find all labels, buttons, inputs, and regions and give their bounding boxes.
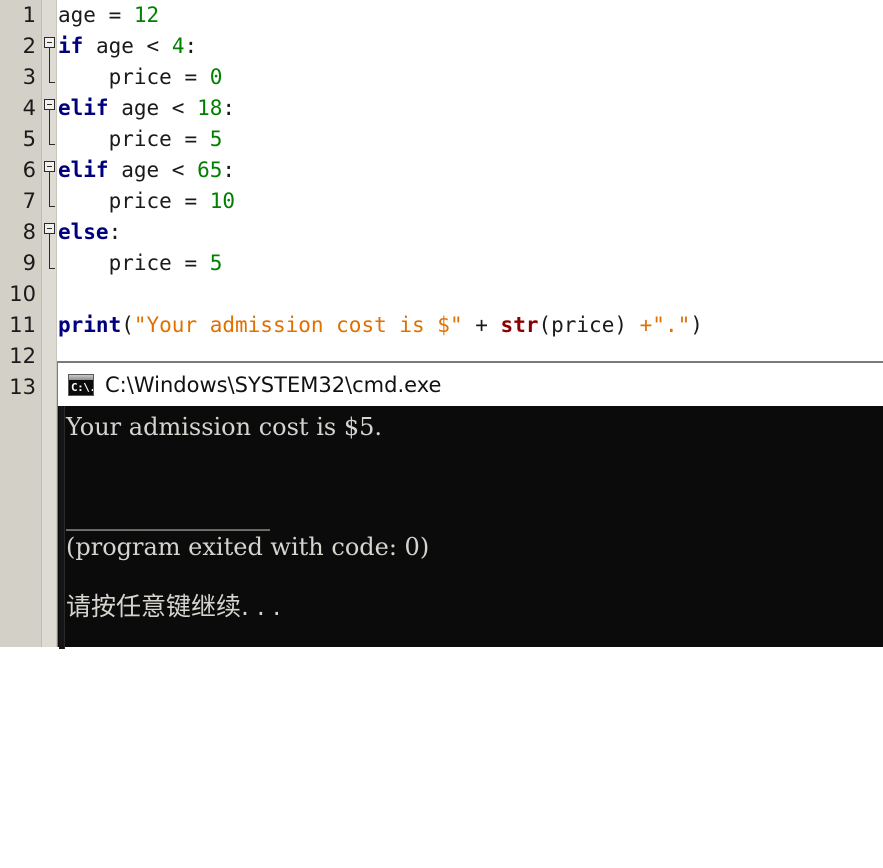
keyword-else: else [58,220,109,244]
number-literal: 5 [209,127,223,151]
operator-assign: = [184,189,198,213]
builtin-str: str [500,313,539,337]
line-number-5: 5 [22,127,36,151]
console-output-line-1: Your admission cost is $5. [66,413,382,441]
console-exit-status-line: (program exited with code: 0) [66,533,430,561]
code-line-11[interactable]: print("Your admission cost is $" + str(p… [58,310,703,341]
keyword-elif: elif [58,158,109,182]
fold-marker-line-2[interactable] [44,37,55,48]
fold-guide-foot-2 [49,82,55,83]
number-literal: 18 [197,96,223,120]
code-line-5[interactable]: price = 5 [58,124,223,155]
code-line-3[interactable]: price = 0 [58,62,223,93]
operator-assign: = [184,251,198,275]
string-literal-message: "Your admission cost is $" [133,313,463,337]
line-number-8: 8 [22,220,36,244]
console-title-text: C:\Windows\SYSTEM32\cmd.exe [105,372,442,397]
number-literal: 10 [209,189,236,213]
cmd-icon: C:\. [68,373,94,396]
operator-assign: = [108,3,122,27]
identifier-age: age [58,3,96,27]
line-number-3: 3 [22,65,36,89]
operator-concat-1: + [462,313,501,337]
console-separator-line: _________________ [66,503,270,531]
operator-assign: = [184,65,198,89]
close-paren: ) [690,313,703,337]
keyword-elif: elif [58,96,109,120]
line-number-7: 7 [22,189,36,213]
colon: : [222,158,236,182]
code-line-7[interactable]: price = 10 [58,186,235,217]
fold-guide-line-6 [49,172,50,206]
code-line-9[interactable]: price = 5 [58,248,223,279]
colon: : [108,220,122,244]
identifier-price: price [108,189,172,213]
number-literal: 4 [171,34,185,58]
identifier-price: price [108,127,172,151]
colon: : [184,34,198,58]
line-number-9: 9 [22,251,36,275]
line-number-10: 10 [9,282,36,306]
fold-marker-line-8[interactable] [44,223,55,234]
open-paren: ( [121,313,134,337]
fold-guide-foot-8 [49,268,55,269]
code-line-1[interactable]: age = 12 [58,0,159,31]
fold-marker-line-6[interactable] [44,161,55,172]
call-args: (price) [538,313,627,337]
condition-expr: age < [121,158,185,182]
line-number-1: 1 [22,3,36,27]
keyword-print: print [58,313,122,337]
line-number-4: 4 [22,96,36,120]
line-number-6: 6 [22,158,36,182]
code-line-2[interactable]: if age < 4: [58,31,197,62]
cmd-console-window[interactable]: C:\. C:\Windows\SYSTEM32\cmd.exe Your ad… [57,361,883,649]
fold-guide-line-2 [49,48,50,82]
fold-guide-line-8 [49,234,50,268]
line-number-12: 12 [9,344,36,368]
condition-expr: age < [121,96,185,120]
line-number-2: 2 [22,34,36,58]
keyword-if: if [58,34,84,58]
line-number-13: 13 [9,375,36,399]
string-literal-period: "." [652,313,691,337]
operator-assign: = [184,127,198,151]
console-left-edge [59,406,65,649]
console-output-area[interactable]: Your admission cost is $5. _____________… [58,406,883,649]
console-press-any-key-prompt: 请按任意键继续. . . [66,592,281,621]
fold-guide-line-4 [49,110,50,144]
fold-guide-foot-6 [49,206,55,207]
number-literal: 12 [133,3,160,27]
cmd-icon-prompt-text: C:\. [71,380,94,394]
fold-margin-column[interactable] [42,0,56,647]
code-line-6[interactable]: elif age < 65: [58,155,235,186]
line-number-11: 11 [9,313,36,337]
operator-concat-2: + [627,313,653,337]
identifier-price: price [108,251,172,275]
console-titlebar[interactable]: C:\. C:\Windows\SYSTEM32\cmd.exe [58,363,883,406]
condition-expr: age < [95,34,160,58]
identifier-price: price [108,65,172,89]
code-line-8[interactable]: else: [58,217,121,248]
number-literal: 0 [209,65,223,89]
fold-marker-line-4[interactable] [44,99,55,110]
number-literal: 65 [197,158,223,182]
number-literal: 5 [209,251,223,275]
fold-guide-foot-4 [49,144,55,145]
code-line-4[interactable]: elif age < 18: [58,93,235,124]
colon: : [222,96,236,120]
